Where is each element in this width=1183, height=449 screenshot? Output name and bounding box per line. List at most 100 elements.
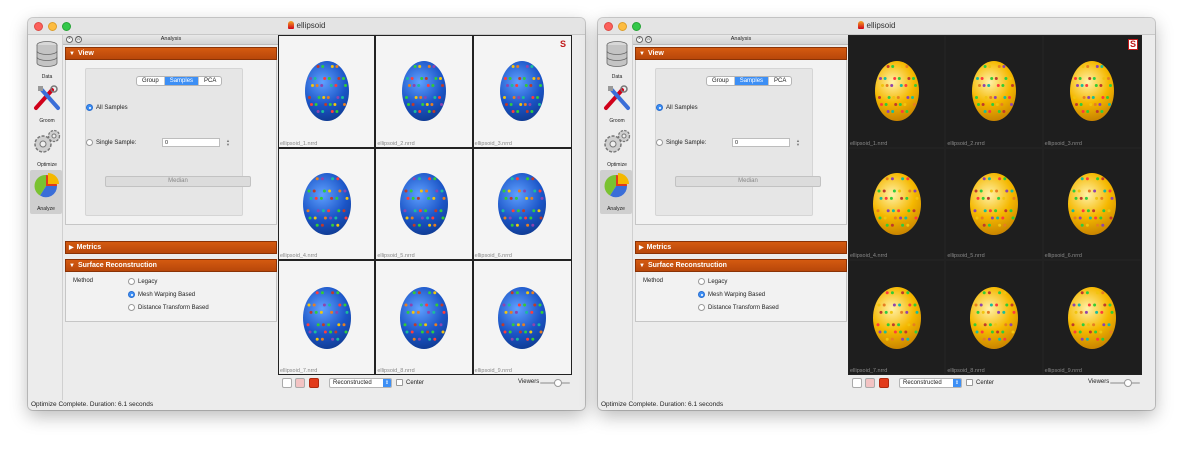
- ellipsoid-shape[interactable]: [971, 61, 1016, 122]
- single-sample-input[interactable]: 0: [732, 138, 790, 147]
- method-mesh-warping-radio[interactable]: Mesh Warping Based: [128, 291, 195, 298]
- slider-knob[interactable]: [1124, 379, 1132, 387]
- display-mode-select[interactable]: Reconstructed ⇕: [329, 378, 392, 388]
- ellipsoid-shape[interactable]: [302, 172, 351, 235]
- title-bar[interactable]: ellipsoid: [28, 18, 585, 35]
- ellipsoid-shape[interactable]: [304, 61, 349, 122]
- view-section-header[interactable]: ▼ View: [65, 47, 277, 60]
- ellipsoid-shape[interactable]: [969, 172, 1018, 235]
- pie-chart-icon: [34, 173, 59, 198]
- glyph-settings-icon[interactable]: [865, 378, 875, 388]
- tool-analyze-label: Analyze: [37, 206, 55, 212]
- viewer-cell[interactable]: ellipsoid_2.nrrd: [376, 36, 474, 149]
- shape-caption: ellipsoid_3.nrrd: [1044, 140, 1082, 147]
- surface-section-header[interactable]: ▼ Surface Reconstruction: [635, 259, 847, 272]
- tool-analyze[interactable]: Analyze: [600, 170, 632, 214]
- ellipsoid-shape[interactable]: [399, 286, 448, 349]
- method-distance-transform-radio[interactable]: Distance Transform Based: [698, 304, 779, 311]
- viewer-cell[interactable]: ellipsoid_7.nrrd: [279, 261, 377, 374]
- viewer-cell[interactable]: ellipsoid_5.nrrd: [946, 148, 1044, 262]
- tool-analyze[interactable]: Analyze: [30, 170, 62, 214]
- viewer-cell[interactable]: ellipsoid_3.nrrd S: [473, 36, 571, 149]
- viewer-cell[interactable]: ellipsoid_1.nrrd: [279, 36, 377, 149]
- center-checkbox[interactable]: Center: [966, 379, 994, 386]
- method-legacy-radio[interactable]: Legacy: [128, 278, 157, 285]
- radio-empty-icon: [86, 139, 93, 146]
- panel-title: Analysis: [160, 36, 182, 42]
- rendering-3d-icon[interactable]: [879, 378, 889, 388]
- display-mode-select[interactable]: Reconstructed ⇕: [899, 378, 962, 388]
- ellipsoid-shape[interactable]: [872, 172, 921, 235]
- viewer-cell[interactable]: ellipsoid_5.nrrd: [376, 148, 474, 262]
- samples-group-box: Group Samples PCA All Samples Single Sam…: [85, 68, 251, 216]
- viewer-cell[interactable]: ellipsoid_4.nrrd: [849, 148, 947, 262]
- single-sample-radio[interactable]: Single Sample:: [656, 139, 706, 146]
- tab-pca[interactable]: PCA: [769, 77, 791, 85]
- viewer-cell[interactable]: ellipsoid_1.nrrd: [849, 36, 947, 149]
- viewer-cell[interactable]: ellipsoid_6.nrrd: [473, 149, 571, 262]
- shapeworks-window-dark: ellipsoid Data Groom Optimize Analyze × …: [598, 18, 1155, 410]
- tool-optimize[interactable]: Optimize: [602, 128, 632, 168]
- auto-view-icon[interactable]: [282, 378, 292, 388]
- viewers-slider[interactable]: [540, 379, 570, 387]
- metrics-section-header[interactable]: ▶ Metrics: [635, 241, 847, 254]
- spinner-arrows-icon[interactable]: ▲ ▼: [226, 139, 230, 147]
- ellipsoid-shape[interactable]: [302, 286, 351, 349]
- viewer-cell[interactable]: ellipsoid_3.nrrd S: [1043, 36, 1141, 149]
- tab-samples[interactable]: Samples: [164, 77, 200, 85]
- all-samples-radio[interactable]: All Samples: [86, 104, 128, 111]
- viewer-cell[interactable]: ellipsoid_2.nrrd: [946, 36, 1044, 149]
- surface-section-header[interactable]: ▼ Surface Reconstruction: [65, 259, 277, 272]
- spinner-arrows-icon[interactable]: ▲ ▼: [796, 139, 800, 147]
- view-section-header[interactable]: ▼ View: [635, 47, 847, 60]
- tab-samples[interactable]: Samples: [734, 77, 770, 85]
- ellipsoid-shape[interactable]: [1070, 61, 1115, 122]
- ellipsoid-shape[interactable]: [874, 61, 919, 122]
- median-button[interactable]: Median: [105, 176, 251, 187]
- viewer-cell[interactable]: ellipsoid_8.nrrd: [376, 261, 474, 374]
- ellipsoid-shape[interactable]: [1068, 286, 1117, 349]
- ellipsoid-shape[interactable]: [498, 286, 547, 349]
- viewer-cell[interactable]: ellipsoid_4.nrrd: [279, 148, 377, 262]
- tool-data[interactable]: Data: [602, 40, 632, 80]
- radio-selected-icon: [656, 104, 663, 111]
- auto-view-icon[interactable]: [852, 378, 862, 388]
- all-samples-radio[interactable]: All Samples: [656, 104, 698, 111]
- tool-groom[interactable]: Groom: [32, 84, 62, 124]
- view-tabs: Group Samples PCA: [136, 76, 223, 86]
- viewer-cell[interactable]: ellipsoid_7.nrrd: [849, 261, 947, 374]
- analysis-panel: × ⊡ Analysis ▼ View Group Samples PCA All …: [632, 35, 849, 400]
- viewer-cell[interactable]: ellipsoid_6.nrrd: [1043, 149, 1141, 262]
- viewer-cell[interactable]: ellipsoid_9.nrrd: [1044, 261, 1141, 374]
- viewer-grid[interactable]: ellipsoid_1.nrrd ellipsoid_2.nrrd ellipsoi…: [848, 35, 1142, 375]
- viewer-cell[interactable]: ellipsoid_8.nrrd: [946, 261, 1044, 374]
- method-legacy-radio[interactable]: Legacy: [698, 278, 727, 285]
- single-sample-input[interactable]: 0: [162, 138, 220, 147]
- tool-groom[interactable]: Groom: [602, 84, 632, 124]
- viewers-slider[interactable]: [1110, 379, 1140, 387]
- slider-knob[interactable]: [554, 379, 562, 387]
- tool-optimize[interactable]: Optimize: [32, 128, 62, 168]
- ellipsoid-shape[interactable]: [1068, 172, 1117, 235]
- metrics-section-header[interactable]: ▶ Metrics: [65, 241, 277, 254]
- tab-group[interactable]: Group: [137, 77, 165, 85]
- tool-data[interactable]: Data: [32, 40, 62, 80]
- ellipsoid-shape[interactable]: [401, 61, 446, 122]
- method-mesh-warping-radio[interactable]: Mesh Warping Based: [698, 291, 765, 298]
- glyph-settings-icon[interactable]: [295, 378, 305, 388]
- single-sample-radio[interactable]: Single Sample:: [86, 139, 136, 146]
- ellipsoid-shape[interactable]: [872, 286, 921, 349]
- tab-group[interactable]: Group: [707, 77, 735, 85]
- ellipsoid-shape[interactable]: [969, 286, 1018, 349]
- title-bar[interactable]: ellipsoid: [598, 18, 1155, 35]
- median-button[interactable]: Median: [675, 176, 821, 187]
- ellipsoid-shape[interactable]: [399, 172, 448, 235]
- rendering-3d-icon[interactable]: [309, 378, 319, 388]
- tab-pca[interactable]: PCA: [199, 77, 221, 85]
- ellipsoid-shape[interactable]: [500, 61, 545, 122]
- center-checkbox[interactable]: Center: [396, 379, 424, 386]
- method-distance-transform-radio[interactable]: Distance Transform Based: [128, 304, 209, 311]
- viewer-cell[interactable]: ellipsoid_9.nrrd: [474, 261, 571, 374]
- viewer-grid[interactable]: ellipsoid_1.nrrd ellipsoid_2.nrrd ellipsoi…: [278, 35, 572, 375]
- ellipsoid-shape[interactable]: [498, 172, 547, 235]
